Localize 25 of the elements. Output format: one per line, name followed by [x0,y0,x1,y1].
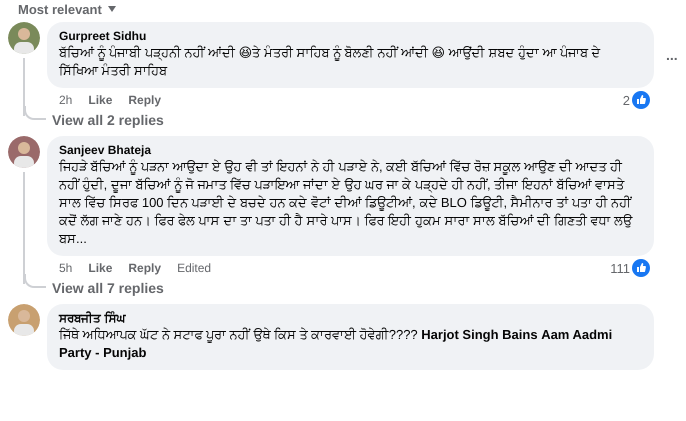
action-link[interactable]: Reply [128,93,162,107]
comment-text: ਬੱਚਿਆਂ ਨੂੰ ਪੰਜਾਬੀ ਪੜ੍ਹਨੀ ਨਹੀਂ ਆਂਦੀ 😆ਤੇ ਮੰਤਰੀ ਸਾਹਿਬ ਨੂੰ ਬੋਲਣੀ ਨਹੀਂ ਆਂਦੀ 😆 ਆਉਂਦੀ ਸ਼ਬਦ ਹੁੰਦਾ ਆ ਪੰਜਾਬ ਦੇ ਸਿੱਖਿਆ ਮੰਤਰੀ ਸਾਹਿਬ [59,44,602,80]
caret-icon [108,6,116,12]
sort-label[interactable]: Most relevant [18,2,102,16]
author-name[interactable]: Gurpreet Sidhu [59,29,642,43]
author-name[interactable]: Sanjeev Bhateja [59,143,642,157]
action-link[interactable]: Like [88,261,112,275]
avatar[interactable] [8,22,40,54]
timestamp[interactable]: 5h [59,261,72,275]
more-button[interactable]: ... [660,47,684,63]
view-replies-link[interactable]: View all 2 replies [52,112,164,128]
author-name[interactable]: ਸਰਬਜੀਤ ਸਿੰਘ [59,311,642,325]
comment-text: ਜਿਹੜੇ ਬੱਚਿਆਂ ਨੂੰ ਪੜਨਾ ਆਉਦਾ ਏ ਉਹ ਵੀ ਤਾਂ ਇਹਨਾਂ ਨੇ ਹੀ ਪੜਾਏ ਨੇ, ਕਈ ਬੱਚਿਆਂ ਵਿੱਚ ਰੋਜ਼ ਸਕੂਲ ਆਉਣ ਦੀ ਆਦਤ ਹੀ ਨਹੀਂ ਹੁੰਦੀ, ਦੂਜਾ ਬੱਚਿਆਂ ਨੂੰ ਜੋ ਜਮਾਤ ਵਿੱਚ ਪੜਾਇਆ ਜਾਂਦਾ ਏ ਉਹ ਘਰ ਜਾ ਕੇ ਪੜ੍ਹਦੇ ਹੀ ਨਹੀਂ, ਤੀਜਾ ਇਹਨਾਂ ਬੱਚਿਆਂ ਵਾਸਤੇ ਸਾਲ ਵਿੱਚ ਸਿਰਫ 100 ਦਿਨ ਪੜਾਈ ਦੇ ਬਚਦੇ ਹਨ ਕਦੇ ਵੋਟਾਂ ਦੀਆਂ ਡਿਊਟੀਆਂ, ਕਦੇ BLO ਡਿਊਟੀ, ਸੈਮੀਨਾਰ ਤਾਂ ਪਤਾ ਹੀ ਨਹੀਂ ਕਦੋਂ ਲੱਗ ਜਾਣੇ ਹਨ। ਫਿਰ ਫੇਲ ਪਾਸ ਦਾ ਤਾ ਪਤਾ ਹੀ ਹੈ ਸਾਰੇ ਪਾਸ। ਫਿਰ ਇਹੀ ਹੁਕਮ ਸਾਰਾ ਸਾਲ ਬੱਚਿਆਂ ਦੀ ਗਿਣਤੀ ਵਧਾ ਲਉ ਬਸ... [59,158,634,248]
like-icon [632,91,650,109]
action-link[interactable]: Reply [128,261,162,275]
reaction-count[interactable]: 111 [610,260,630,276]
timestamp[interactable]: 2h [59,93,72,107]
avatar[interactable] [8,304,40,336]
edited-label: Edited [177,261,212,275]
view-replies-link[interactable]: View all 7 replies [52,280,164,296]
reaction-count[interactable]: 2 [622,92,630,108]
like-icon [632,259,650,277]
action-link[interactable]: Like [88,93,112,107]
comment-text: ਜਿੱਥੇ ਅਧਿਆਪਕ ਘੱਟ ਨੇ ਸਟਾਫ ਪੂਰਾ ਨਹੀਂ ਉਥੇ ਕਿਸ ਤੇ ਕਾਰਵਾਈ ਹੋਵੇਗੀ???? Harjot Singh Bains Aam Aadmi Party - Punjab [59,326,614,362]
avatar[interactable] [8,136,40,168]
